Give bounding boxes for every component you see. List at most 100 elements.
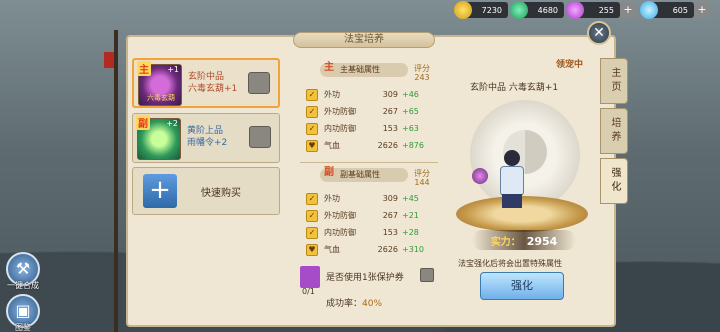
attr-increase: +21 xyxy=(402,211,419,220)
item-name: 雨幡令+2 xyxy=(187,138,228,148)
diamond-icon xyxy=(640,1,658,19)
item-overlay-name: 六毒玄葫 xyxy=(147,94,175,102)
add-diamond-button[interactable]: + xyxy=(694,2,710,18)
main-score-value: 243 xyxy=(414,73,430,82)
main-attr-row: ✓ 外功防御 267 +65 xyxy=(306,105,436,119)
sub-score: 评分 144 xyxy=(414,169,430,187)
sub-attr-row: ✓ 外功 309 +45 xyxy=(306,192,436,206)
attr-increase: +28 xyxy=(402,228,419,237)
hero-character xyxy=(492,150,532,208)
strengthen-button[interactable]: 强化 xyxy=(480,272,564,300)
attr-value: 267 xyxy=(382,107,398,116)
pink-gem-icon xyxy=(566,1,584,19)
main-tag: 主 xyxy=(137,61,151,76)
resource-jade-value: 4680 xyxy=(537,5,558,15)
attr-increase: +45 xyxy=(402,194,419,203)
main-score: 评分 243 xyxy=(414,64,430,82)
check-icon: ✓ xyxy=(306,227,318,239)
treasure-item-sub[interactable]: 副 +2 黄阶上品 雨幡令+2 xyxy=(132,113,280,163)
strengthen-hint: 法宝强化后将会出置特殊属性 xyxy=(458,259,562,268)
attr-increase: +63 xyxy=(402,124,419,133)
tab-strengthen[interactable]: 强化 xyxy=(600,158,628,204)
success-label: 成功率： xyxy=(326,299,363,309)
item-level: +2 xyxy=(166,119,178,128)
add-pink-button[interactable]: + xyxy=(620,2,636,18)
resource-pink-value: 255 xyxy=(598,5,614,15)
attr-value: 2626 xyxy=(377,141,398,150)
tab-cultivate[interactable]: 培养 xyxy=(600,108,628,154)
main-attr-row: ♥ 气血 2626 +876 xyxy=(306,139,436,153)
check-icon: ✓ xyxy=(306,106,318,118)
hero-legs xyxy=(502,194,522,208)
resource-bar: 7230 4680 255 + 605 + xyxy=(454,1,710,19)
sub-attr-title: 副基础属性 xyxy=(340,170,380,179)
attr-label: 气血 xyxy=(324,141,340,150)
attr-value: 309 xyxy=(382,90,398,99)
power-label: 实力： xyxy=(490,237,521,248)
power-display: 实力： 2954 xyxy=(472,230,576,250)
preview-title: 玄阶中品 六毒玄葫+1 xyxy=(470,83,559,93)
main-attr-row: ✓ 外功 309 +46 xyxy=(306,88,436,102)
attr-value: 2626 xyxy=(377,245,398,254)
sub-attr-header: 副 副基础属性 xyxy=(320,167,408,182)
protect-ticket-icon xyxy=(300,266,320,288)
power-value: 2954 xyxy=(526,235,558,248)
attr-label: 气血 xyxy=(324,245,340,254)
item-name: 六毒玄葫+1 xyxy=(188,84,238,94)
sub-score-value: 144 xyxy=(414,178,430,187)
protect-count: 0/1 xyxy=(302,287,315,296)
item-text: 玄阶中品 六毒玄葫+1 xyxy=(188,71,237,95)
background-pole xyxy=(114,30,118,332)
preview-status: 领宠中 xyxy=(556,60,584,70)
main-attr-header: 主 主基础属性 xyxy=(320,62,408,77)
item-slot[interactable] xyxy=(248,72,270,94)
attr-increase: +46 xyxy=(402,90,419,99)
main-score-label: 评分 xyxy=(414,64,430,73)
divider xyxy=(300,162,438,163)
sub-score-label: 评分 xyxy=(414,169,430,178)
main-attr-title: 主基础属性 xyxy=(340,65,380,74)
attr-increase: +65 xyxy=(402,107,419,116)
attr-label: 内功防御 xyxy=(324,124,356,133)
item-quality: 玄阶中品 xyxy=(188,72,225,82)
item-slot[interactable] xyxy=(249,126,271,148)
plus-icon: + xyxy=(143,174,177,208)
resource-gold: 7230 xyxy=(454,1,508,19)
item-text: 黄阶上品 雨幡令+2 xyxy=(187,125,227,149)
main-attr-tag: 主 xyxy=(324,62,334,73)
protect-checkbox[interactable] xyxy=(420,268,434,282)
background-flag xyxy=(104,52,114,68)
tab-home[interactable]: 主页 xyxy=(600,58,628,104)
merge-label: 一键合成 xyxy=(7,281,39,290)
attr-value: 267 xyxy=(382,211,398,220)
protect-label: 是否使用1张保护券 xyxy=(326,273,404,283)
banner-icon: 副 +2 xyxy=(136,115,181,160)
heart-icon: ♥ xyxy=(306,140,318,152)
album-label: 图鉴 xyxy=(15,323,31,332)
sub-attr-row: ✓ 内功防御 153 +28 xyxy=(306,226,436,240)
attr-increase: +876 xyxy=(402,141,424,150)
sub-tag: 副 xyxy=(136,115,150,130)
quick-buy-button[interactable]: + 快速购买 xyxy=(132,167,280,215)
resource-diamond-value: 605 xyxy=(672,5,688,15)
close-button[interactable]: ✕ xyxy=(587,21,611,45)
resource-pink: 255 + xyxy=(566,1,636,19)
quick-buy-label: 快速购买 xyxy=(201,188,241,199)
attr-value: 153 xyxy=(382,124,398,133)
success-rate: 成功率：40% xyxy=(326,296,382,309)
jade-icon xyxy=(510,1,528,19)
attr-label: 内功防御 xyxy=(324,228,356,237)
attr-label: 外功防御 xyxy=(324,211,356,220)
item-quality: 黄阶上品 xyxy=(187,126,224,136)
sub-attr-tag: 副 xyxy=(324,167,334,178)
sub-attr-row: ✓ 外功防御 267 +21 xyxy=(306,209,436,223)
check-icon: ✓ xyxy=(306,193,318,205)
check-icon: ✓ xyxy=(306,89,318,101)
main-attr-row: ✓ 内功防御 153 +63 xyxy=(306,122,436,136)
heart-icon: ♥ xyxy=(306,244,318,256)
gourd-icon: 主 +1 六毒玄葫 xyxy=(137,61,182,106)
attr-value: 153 xyxy=(382,228,398,237)
attr-label: 外功 xyxy=(324,90,340,99)
treasure-item-main[interactable]: 主 +1 六毒玄葫 玄阶中品 六毒玄葫+1 xyxy=(132,58,280,108)
hero-head xyxy=(504,150,520,166)
